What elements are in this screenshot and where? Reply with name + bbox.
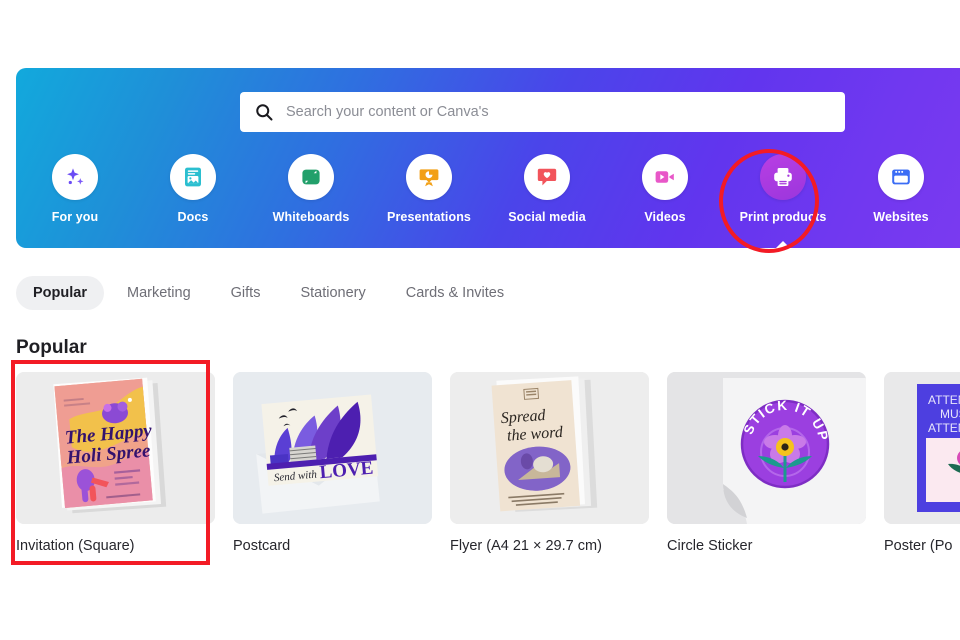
- document-icon: [185, 167, 201, 187]
- product-card-label: Circle Sticker: [667, 538, 753, 554]
- tab-cards-invites[interactable]: Cards & Invites: [389, 276, 521, 310]
- nav-circle-docs: [170, 154, 216, 200]
- nav-item-websites[interactable]: Websites: [842, 154, 960, 224]
- printer-icon: [774, 168, 792, 186]
- nav-label: Websites: [873, 210, 929, 224]
- poster-artwork: ATTENTION MUST ATTENTION: [884, 372, 960, 524]
- nav-item-social-media[interactable]: Social media: [488, 154, 606, 224]
- page-title: Popular: [16, 337, 87, 358]
- tab-marketing[interactable]: Marketing: [110, 276, 208, 310]
- filter-tabs: Popular Marketing Gifts Stationery Cards…: [16, 276, 521, 310]
- nav-item-videos[interactable]: Videos: [606, 154, 724, 224]
- tab-popular[interactable]: Popular: [16, 276, 104, 310]
- svg-text:Spread: Spread: [500, 407, 547, 427]
- flyer-artwork: Spread the word: [450, 372, 649, 524]
- nav-item-whiteboards[interactable]: Whiteboards: [252, 154, 370, 224]
- product-card-poster[interactable]: ATTENTION MUST ATTENTION Poster (Po: [884, 372, 960, 562]
- postcard-artwork: Send with LOVE: [233, 372, 432, 524]
- svg-text:MUST: MUST: [940, 407, 960, 421]
- svg-text:ATTENTION: ATTENTION: [928, 393, 960, 407]
- browser-icon: [892, 169, 910, 185]
- nav-item-print-products[interactable]: Print products: [724, 154, 842, 248]
- search-bar[interactable]: [240, 92, 845, 132]
- nav-label: Videos: [644, 210, 686, 224]
- product-thumbnail: The Happy Holi Spree: [16, 372, 215, 524]
- product-thumbnail: ATTENTION MUST ATTENTION: [884, 372, 960, 524]
- nav-item-for-you[interactable]: For you: [16, 154, 134, 224]
- tab-stationery[interactable]: Stationery: [283, 276, 382, 310]
- presentation-icon: [419, 169, 439, 187]
- product-card-postcard[interactable]: Send with LOVE Postcard: [233, 372, 432, 562]
- sparkles-icon: [66, 167, 84, 185]
- product-card-list: The Happy Holi Spree Invitation (Square): [16, 372, 960, 562]
- nav-circle-print-products: [760, 154, 806, 200]
- product-card-label: Invitation (Square): [16, 538, 135, 554]
- product-card-circle-sticker[interactable]: STICK IT UP Circle Sticker: [667, 372, 866, 562]
- nav-circle-for-you: [52, 154, 98, 200]
- hero-banner: For you Docs: [16, 68, 960, 248]
- nav-item-presentations[interactable]: Presentations: [370, 154, 488, 224]
- nav-label: Print products: [739, 210, 827, 224]
- search-icon: [254, 102, 274, 122]
- svg-text:ATTENTION: ATTENTION: [928, 421, 960, 435]
- circle-sticker-artwork: STICK IT UP: [667, 372, 866, 524]
- video-camera-icon: [655, 171, 674, 183]
- invitation-square-artwork: The Happy Holi Spree: [16, 372, 215, 524]
- nav-label: Docs: [177, 210, 209, 224]
- nav-circle-videos: [642, 154, 688, 200]
- product-thumbnail: Spread the word: [450, 372, 649, 524]
- nav-circle-social-media: [524, 154, 570, 200]
- active-nav-caret: [772, 241, 794, 248]
- nav-circle-whiteboards: [288, 154, 334, 200]
- nav-circle-presentations: [406, 154, 452, 200]
- nav-label: Whiteboards: [272, 210, 350, 224]
- product-thumbnail: Send with LOVE: [233, 372, 432, 524]
- product-card-label: Postcard: [233, 538, 291, 554]
- heart-bubble-icon: [537, 168, 557, 186]
- nav-label: Presentations: [387, 210, 471, 224]
- whiteboard-icon: [302, 169, 320, 185]
- canva-print-products-page: For you Docs: [0, 0, 960, 640]
- tab-gifts[interactable]: Gifts: [214, 276, 278, 310]
- category-nav: For you Docs Whiteboards Presentations S…: [16, 154, 960, 248]
- product-card-label: Flyer (A4 21 × 29.7 cm): [450, 538, 602, 554]
- product-thumbnail: STICK IT UP: [667, 372, 866, 524]
- product-card-invitation-square[interactable]: The Happy Holi Spree Invitation (Square): [16, 372, 215, 562]
- nav-label: Social media: [508, 210, 586, 224]
- search-input[interactable]: [286, 104, 831, 120]
- product-card-flyer[interactable]: Spread the word Flyer (A4 21 × 29.7 cm): [450, 372, 649, 562]
- nav-item-docs[interactable]: Docs: [134, 154, 252, 224]
- nav-label: For you: [51, 210, 99, 224]
- nav-circle-websites: [878, 154, 924, 200]
- product-card-label: Poster (Po: [884, 538, 953, 554]
